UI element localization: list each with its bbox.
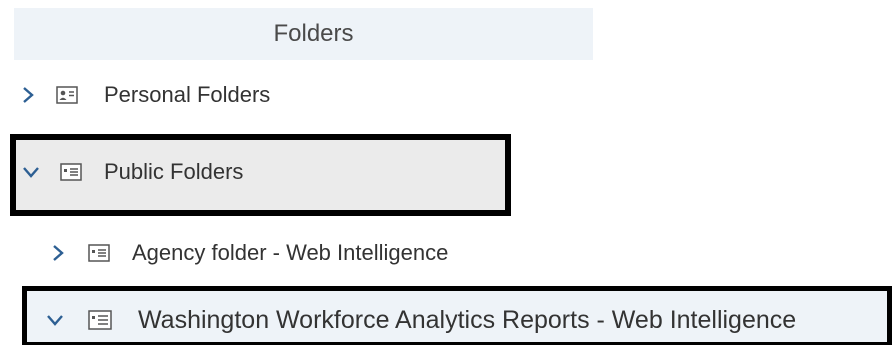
- folders-panel: Folders Personal Folders Public Folders …: [0, 0, 894, 345]
- chevron-down-icon[interactable]: [46, 314, 64, 326]
- chevron-down-icon[interactable]: [22, 166, 40, 178]
- tree-item-agency-folder[interactable]: Agency folder - Web Intelligence: [52, 238, 448, 268]
- folder-icon: [88, 244, 110, 262]
- tree-item-label: Washington Workforce Analytics Reports -…: [138, 305, 797, 334]
- tree-item-washington-workforce-reports[interactable]: Washington Workforce Analytics Reports -…: [46, 303, 796, 337]
- folder-icon: [60, 163, 82, 181]
- panel-header: Folders: [14, 8, 593, 60]
- folder-icon: [88, 310, 112, 330]
- tree-item-public-folders[interactable]: Public Folders: [22, 157, 243, 187]
- tree-item-personal-folders[interactable]: Personal Folders: [22, 80, 270, 110]
- tree-item-label: Public Folders: [104, 159, 244, 184]
- tree-item-label: Personal Folders: [104, 82, 271, 107]
- tree-item-label: Agency folder - Web Intelligence: [132, 240, 449, 265]
- panel-title: Folders: [273, 20, 354, 47]
- chevron-right-icon[interactable]: [52, 244, 64, 262]
- chevron-right-icon[interactable]: [22, 86, 34, 104]
- personal-folder-icon: [56, 86, 78, 104]
